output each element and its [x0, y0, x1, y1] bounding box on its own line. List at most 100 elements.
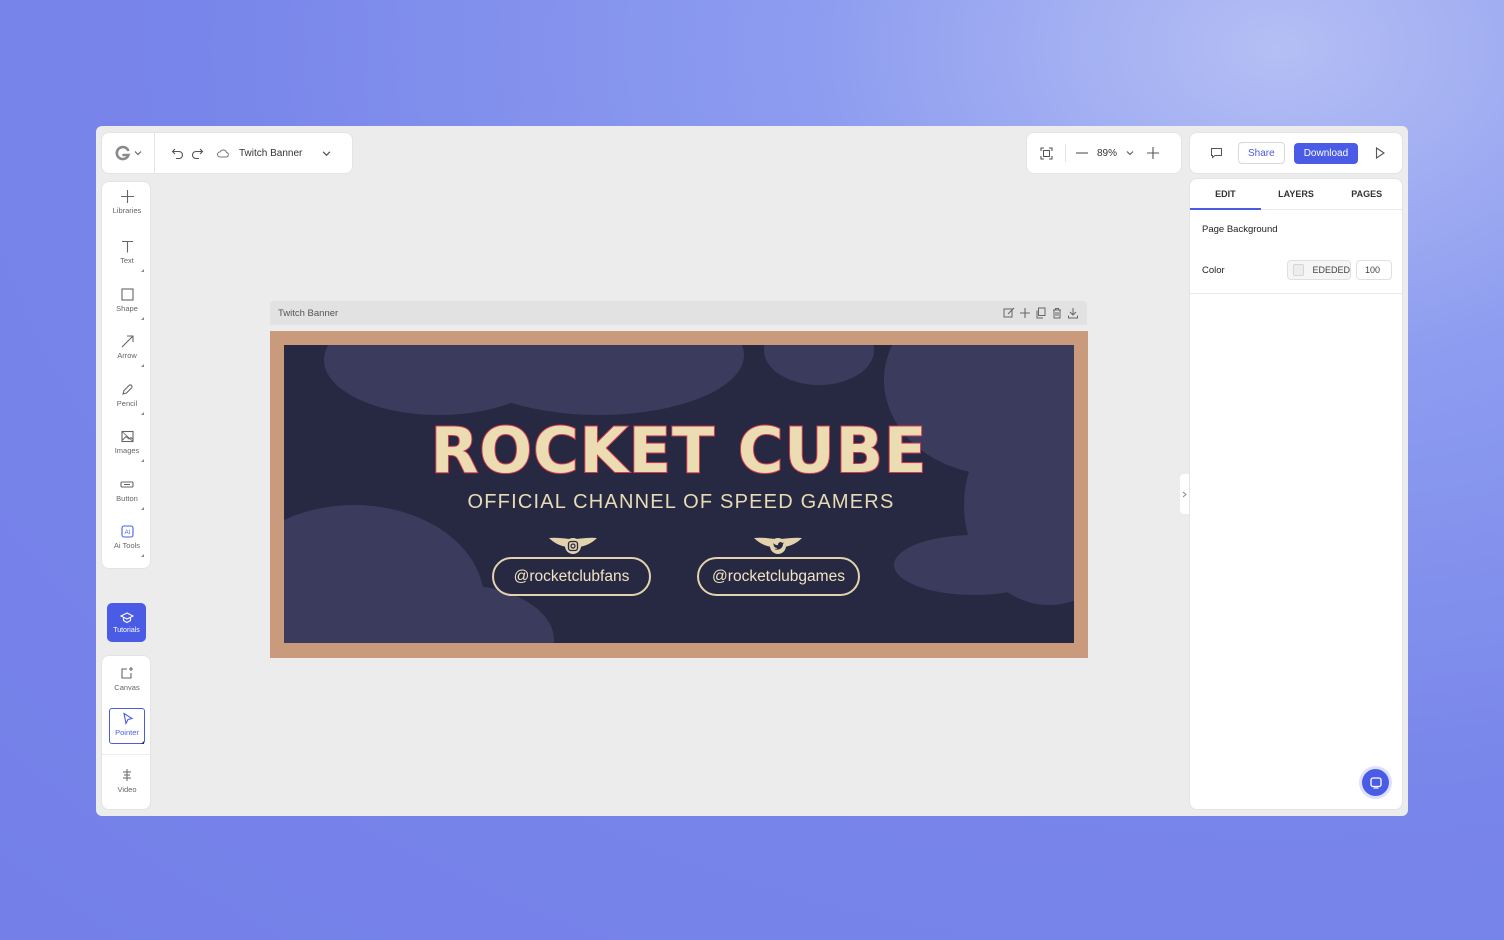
tool-label: Pencil [116, 399, 138, 408]
opacity-field[interactable]: 100 [1356, 260, 1392, 280]
tab-edit[interactable]: EDIT [1190, 179, 1261, 210]
edit-icon[interactable] [1003, 307, 1015, 319]
redo-icon [191, 148, 203, 159]
button-icon [120, 481, 134, 488]
tool-label: Images [114, 446, 140, 455]
download-icon[interactable] [1067, 307, 1079, 319]
artboard-actions [1003, 307, 1079, 319]
tool-pencil[interactable]: Pencil [102, 377, 152, 423]
svg-text:AI: AI [124, 530, 130, 536]
submenu-indicator [141, 317, 144, 320]
present-button[interactable] [1368, 141, 1392, 165]
top-right-toolbar: Share Download [1189, 132, 1403, 174]
color-hex-value: EDEDED [1312, 265, 1350, 275]
chevron-right-icon [1182, 491, 1187, 497]
background-color-field[interactable]: EDEDED [1287, 260, 1351, 280]
chat-support-button[interactable] [1362, 769, 1389, 796]
duplicate-icon[interactable] [1035, 307, 1047, 319]
banner-title[interactable]: ROCKET CUBE [284, 414, 1074, 488]
tool-button[interactable]: Button [102, 472, 152, 518]
tool-libraries[interactable]: Libraries [102, 184, 152, 230]
undo-icon [171, 148, 183, 159]
tool-video[interactable]: Video [102, 762, 152, 808]
artboard-name[interactable]: Twitch Banner [278, 308, 1003, 319]
tool-label: Button [116, 494, 138, 503]
divider [102, 754, 150, 755]
pencil-icon [121, 384, 133, 395]
background-blob [894, 535, 1054, 595]
tutorials-label: Tutorials [113, 626, 140, 634]
ai-icon: AI [120, 525, 134, 538]
video-icon [123, 769, 131, 781]
tab-pages[interactable]: PAGES [1331, 179, 1402, 209]
instagram-handle[interactable]: @rocketclubfans [492, 557, 651, 596]
tool-label: Video [117, 785, 137, 794]
comment-button[interactable] [1204, 141, 1228, 165]
color-label: Color [1202, 265, 1225, 276]
tab-layers[interactable]: LAYERS [1261, 179, 1332, 209]
background-blob [764, 345, 874, 385]
panel-collapse-handle[interactable] [1180, 474, 1189, 514]
properties-panel: EDIT LAYERS PAGES Page Background Color … [1189, 178, 1403, 810]
divider [1065, 144, 1066, 162]
tool-label: Ai Tools [113, 541, 141, 550]
fit-to-screen-button[interactable] [1035, 142, 1057, 164]
pointer-icon [122, 712, 133, 725]
tool-canvas[interactable]: Canvas [102, 660, 152, 706]
square-icon [120, 288, 134, 301]
logo-icon [115, 145, 130, 161]
tool-label: Shape [116, 304, 138, 313]
submenu-indicator [141, 554, 144, 557]
artboard-header: Twitch Banner [270, 301, 1087, 325]
editor-window: Twitch Banner 89% Share Download Librari… [96, 126, 1408, 816]
cloud-sync-icon [213, 143, 233, 163]
document-menu-button[interactable] [316, 143, 336, 163]
zoom-in-button[interactable] [1142, 143, 1164, 163]
submenu-indicator [141, 459, 144, 462]
submenu-indicator [141, 364, 144, 367]
app-menu-button[interactable] [102, 132, 155, 174]
chat-icon [1369, 776, 1382, 789]
undo-button[interactable] [167, 143, 187, 163]
zoom-toolbar: 89% [1026, 132, 1182, 174]
tool-arrow[interactable]: Arrow [102, 329, 152, 375]
top-left-toolbar: Twitch Banner [101, 132, 353, 174]
zoom-out-button[interactable] [1074, 143, 1090, 163]
banner-canvas: ROCKET CUBE OFFICIAL CHANNEL OF SPEED GA… [284, 345, 1074, 643]
play-icon [1376, 147, 1386, 159]
tool-ai-tools[interactable]: AI Ai Tools [102, 519, 152, 565]
add-page-icon[interactable] [1019, 307, 1031, 319]
zoom-level[interactable]: 89% [1090, 148, 1124, 159]
submenu-indicator [141, 507, 144, 510]
tool-label: Arrow [117, 351, 137, 360]
tool-text[interactable]: Text [102, 234, 152, 280]
color-swatch[interactable] [1293, 264, 1305, 276]
tutorials-button[interactable]: Tutorials [107, 603, 146, 642]
banner-subtitle[interactable]: OFFICIAL CHANNEL OF SPEED GAMERS [284, 491, 1074, 514]
text-icon [121, 240, 133, 253]
arrow-icon [121, 335, 134, 348]
tool-pointer[interactable]: Pointer [102, 706, 152, 752]
share-button[interactable]: Share [1238, 142, 1285, 164]
comment-icon [1210, 148, 1222, 159]
submenu-indicator [141, 412, 144, 415]
section-title: Page Background [1202, 224, 1278, 235]
twitch-banner-artboard[interactable]: ROCKET CUBE OFFICIAL CHANNEL OF SPEED GA… [270, 331, 1088, 658]
left-toolbar: Libraries Text Shape Arrow Pencil Images [101, 181, 151, 569]
redo-button[interactable] [187, 143, 207, 163]
instagram-wing-badge-icon [549, 537, 597, 554]
plus-icon [1147, 147, 1159, 159]
submenu-indicator [141, 269, 144, 272]
trash-icon[interactable] [1051, 307, 1063, 319]
fit-screen-icon [1039, 146, 1053, 160]
submenu-indicator [141, 741, 144, 744]
tool-label: Pointer [115, 728, 139, 737]
chevron-down-icon [322, 150, 331, 156]
tool-label: Libraries [112, 206, 142, 215]
twitter-handle[interactable]: @rocketclubgames [697, 557, 860, 596]
document-title[interactable]: Twitch Banner [239, 148, 302, 159]
tool-shape[interactable]: Shape [102, 282, 152, 328]
download-button[interactable]: Download [1293, 142, 1359, 164]
zoom-dropdown-button[interactable] [1124, 143, 1136, 163]
tool-images[interactable]: Images [102, 424, 152, 470]
